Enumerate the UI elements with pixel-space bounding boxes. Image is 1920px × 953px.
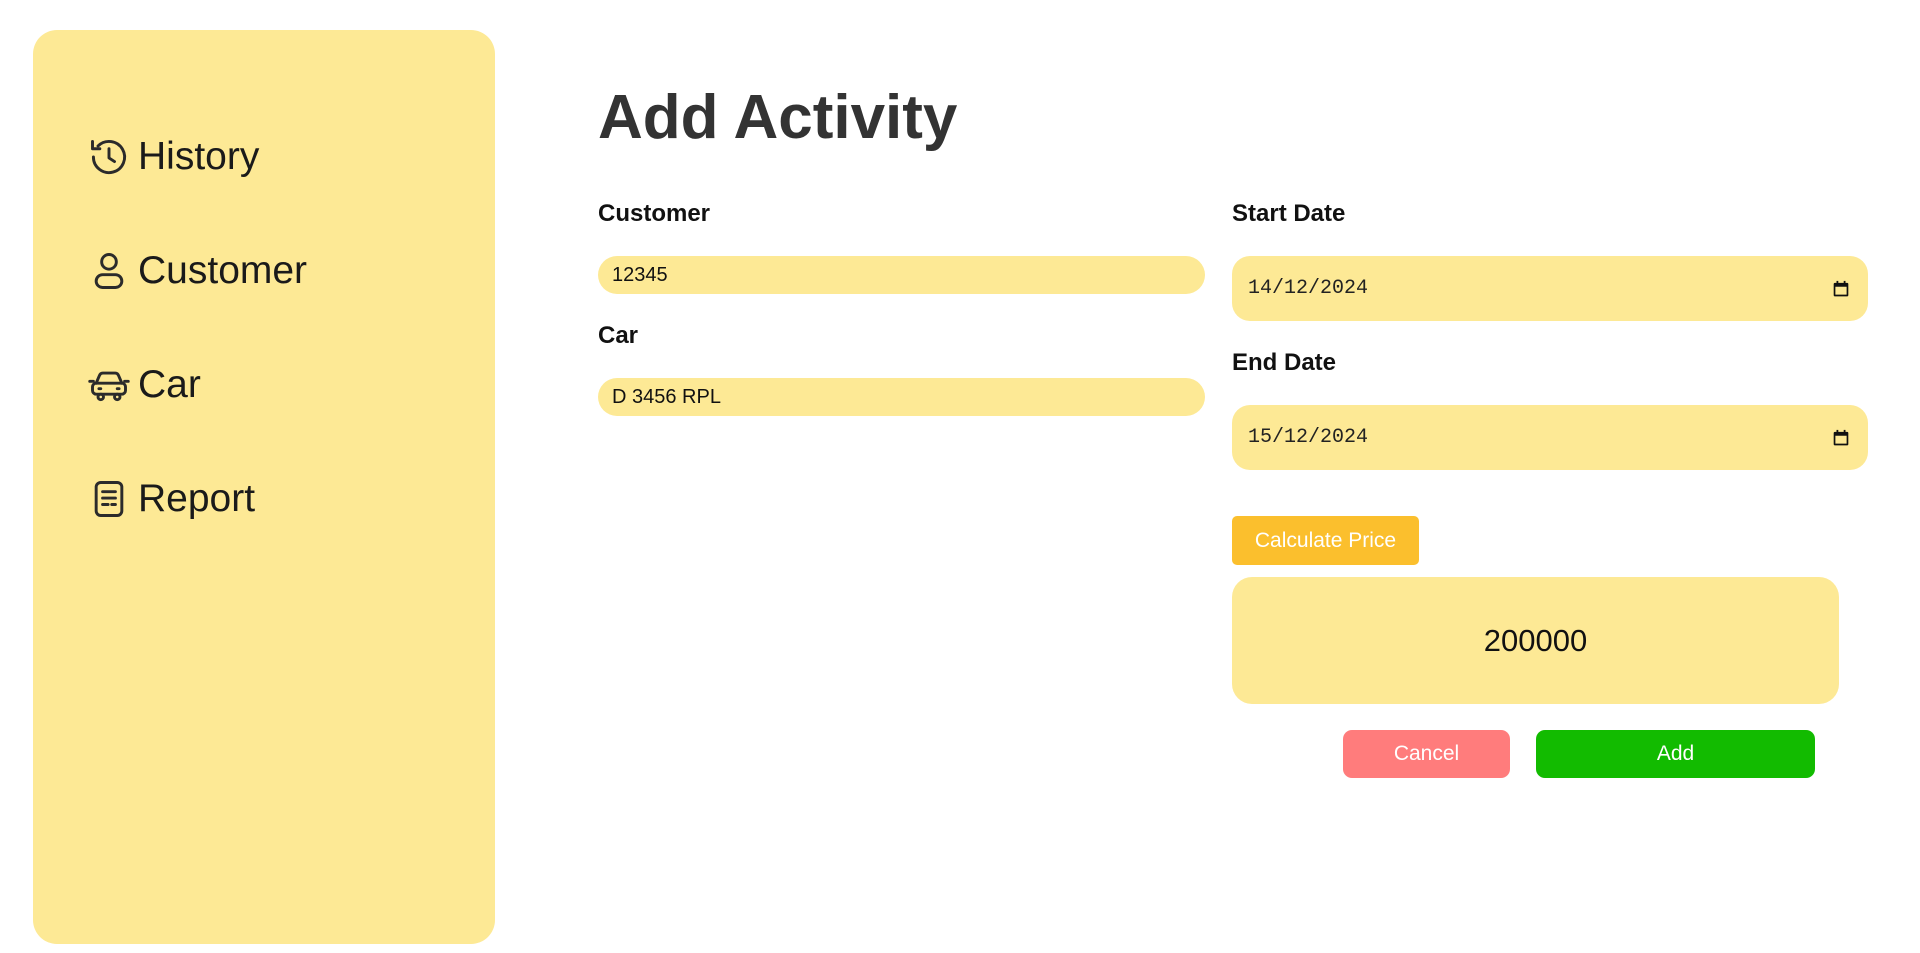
end-date-value: 15/12/2024 [1248,426,1369,449]
customer-label: Customer [598,200,711,227]
car-input[interactable] [598,378,1205,416]
calculate-price-button[interactable]: Calculate Price [1232,516,1419,565]
main-content: Add Activity Customer Car Start Date 14/… [0,0,1920,953]
end-date-label: End Date [1232,349,1337,376]
customer-input[interactable] [598,256,1205,294]
price-display: 200000 [1232,577,1839,704]
start-date-input[interactable]: 14/12/2024 [1232,256,1868,321]
car-label: Car [598,322,639,349]
page-title: Add Activity [598,83,958,152]
price-value: 200000 [1483,622,1588,658]
end-date-input[interactable]: 15/12/2024 [1232,405,1868,470]
start-date-value: 14/12/2024 [1248,277,1369,300]
cancel-button[interactable]: Cancel [1343,730,1510,778]
calendar-icon[interactable] [1830,278,1852,300]
add-button[interactable]: Add [1536,730,1815,778]
start-date-label: Start Date [1232,200,1346,227]
calendar-icon[interactable] [1830,427,1852,449]
